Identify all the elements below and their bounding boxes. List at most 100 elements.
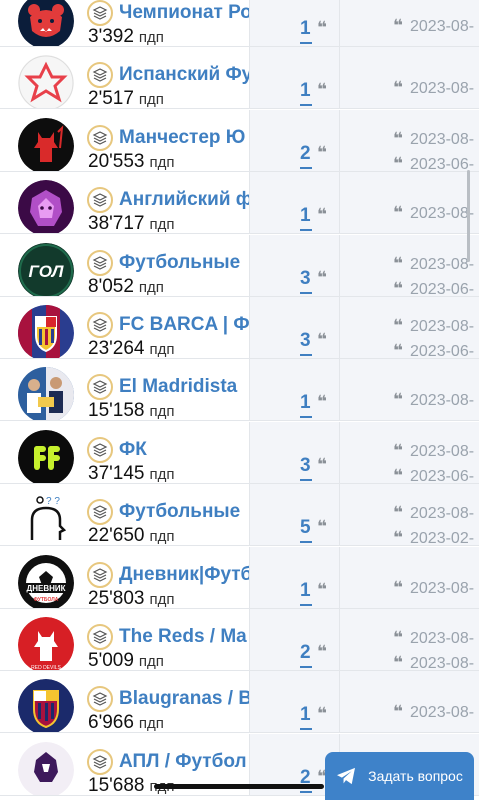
channel-cell[interactable]: Манчестер Ю 20'553 пдп	[0, 109, 250, 171]
dates-cell: ❝ 2023-08-	[340, 359, 479, 421]
laliga-logo-icon[interactable]	[18, 55, 74, 109]
diary-ball-icon[interactable]: ДНЕВНИК ФУТБОЛА	[18, 554, 74, 608]
channel-cell[interactable]: ФК 37'145 пдп	[0, 421, 250, 483]
dates-cell: ❝ 2023-08-	[340, 47, 479, 109]
post-date: 2023-08-	[410, 704, 475, 722]
ask-question-button[interactable]: Задать вопрос	[325, 752, 474, 800]
dates-cell: ❝ 2023-08- ❝ 2023-08-	[340, 609, 479, 670]
post-date: 2023-08-	[410, 392, 475, 410]
table-row[interactable]: Английский ф 38'717 пдп 1 ❝ ❝ 2023-08-	[0, 172, 479, 235]
channel-cell[interactable]: FC BARCA | Ф 23'264 пдп	[0, 297, 250, 358]
channel-type-badge	[87, 436, 113, 463]
quote-icon: ❝	[393, 78, 403, 98]
subscriber-unit: пдп	[149, 590, 175, 608]
barca-logo-icon[interactable]	[18, 305, 74, 358]
channel-title[interactable]: ФК	[119, 439, 147, 461]
subscriber-value: 25'803	[88, 587, 145, 608]
channel-cell[interactable]: Blaugranas / B 6'966 пдп	[0, 671, 250, 733]
channel-cell[interactable]: ГОЛ Футбольные 8'052 пдп	[0, 234, 250, 296]
table-row[interactable]: ФК 37'145 пдп 3 ❝ ❝ 2023-08- ❝ 2023-06-	[0, 421, 479, 484]
quote-icon: ❝	[393, 628, 403, 647]
channel-title[interactable]: АПЛ / Футбол	[119, 751, 247, 773]
table-row[interactable]: RED DEVILS The Reds / Ma 5'009 пдп 2 ❝ ❝ 2023-0…	[0, 609, 479, 671]
bear-logo-icon[interactable]	[18, 0, 74, 46]
channel-title[interactable]: Blaugranas / B	[119, 688, 249, 710]
table-row[interactable]: Чемпионат Ро 3'392 пдп 1 ❝ ❝ 2023-08-	[0, 0, 479, 47]
svg-text:RED DEVILS: RED DEVILS	[31, 665, 61, 670]
devil-logo-icon[interactable]	[18, 117, 74, 171]
lion-logo-icon[interactable]	[18, 180, 74, 234]
subscriber-value: 15'158	[88, 400, 145, 421]
table-row[interactable]: Манчестер Ю 20'553 пдп 2 ❝ ❝ 2023-08- ❝ 2023-06-	[0, 109, 479, 172]
channel-title[interactable]: Манчестер Ю	[119, 127, 245, 149]
channel-title[interactable]: Футбольные	[119, 252, 240, 274]
quote-icon: ❝	[317, 517, 327, 537]
posts-count[interactable]: 1	[300, 580, 312, 606]
posts-count[interactable]: 3	[300, 455, 312, 481]
channel-title[interactable]: Футбольные	[119, 501, 240, 523]
subscriber-unit: пдп	[138, 715, 164, 733]
quote-icon: ❝	[393, 503, 403, 523]
blaugrana-logo-icon[interactable]	[18, 679, 74, 733]
channel-title[interactable]: El Madridista	[119, 376, 237, 398]
channel-type-icon	[92, 68, 108, 83]
quote-icon: ❝	[393, 278, 403, 296]
subscriber-value: 23'264	[88, 338, 145, 358]
channel-type-badge	[87, 249, 113, 276]
subscriber-count: 22'650 пдп	[88, 525, 174, 545]
channel-cell[interactable]: Испанский Фу 2'517 пдп	[0, 47, 250, 109]
posts-cell: 1 ❝	[250, 359, 340, 421]
posts-count[interactable]: 3	[300, 268, 312, 294]
subscriber-count: 15'158 пдп	[88, 400, 174, 420]
posts-cell: 3 ❝	[250, 421, 340, 483]
reds-logo-icon[interactable]: RED DEVILS	[18, 617, 74, 670]
channel-title[interactable]: FC BARCA | Ф	[119, 314, 249, 336]
table-row[interactable]: ГОЛ Футбольные 8'052 пдп 3 ❝ ❝ 2023-08- ❝ 2023-0…	[0, 234, 479, 297]
table-row[interactable]: FC BARCA | Ф 23'264 пдп 3 ❝ ❝ 2023-08- ❝ 2023-06…	[0, 297, 479, 359]
posts-count[interactable]: 3	[300, 330, 312, 356]
channel-type-badge	[87, 624, 113, 650]
madrid-photo-icon[interactable]	[18, 367, 74, 421]
gol-logo-icon[interactable]: ГОЛ	[18, 242, 74, 296]
posts-count[interactable]: 1	[300, 80, 312, 107]
posts-count[interactable]: 5	[300, 517, 312, 544]
table-row[interactable]: El Madridista 15'158 пдп 1 ❝ ❝ 2023-08-	[0, 359, 479, 422]
posts-count[interactable]: 1	[300, 205, 312, 232]
channel-cell[interactable]: Чемпионат Ро 3'392 пдп	[0, 0, 250, 46]
quote-icon: ❝	[393, 465, 403, 483]
channel-type-icon	[92, 755, 108, 769]
posts-count[interactable]: 2	[300, 143, 312, 169]
table-row[interactable]: ? ? Футбольные 22'650 пдп 5 ❝ ❝ 2023-08- ❝ 2023-…	[0, 484, 479, 547]
subscriber-value: 8'052	[88, 275, 134, 296]
channel-title[interactable]: Испанский Фу	[119, 64, 249, 86]
posts-count[interactable]: 2	[300, 642, 312, 668]
subscriber-count: 8'052 пдп	[88, 276, 164, 296]
posts-count[interactable]: 1	[300, 392, 312, 419]
table-row[interactable]: Blaugranas / B 6'966 пдп 1 ❝ ❝ 2023-08-	[0, 671, 479, 734]
table-row[interactable]: Испанский Фу 2'517 пдп 1 ❝ ❝ 2023-08-	[0, 47, 479, 110]
posts-count[interactable]: 1	[300, 18, 312, 44]
channel-cell[interactable]: El Madridista 15'158 пдп	[0, 359, 250, 421]
table-row[interactable]: ДНЕВНИК ФУТБОЛА Дневник|Футб 25'803 пдп 1 ❝ ❝ 20…	[0, 546, 479, 609]
svg-text:? ?: ? ?	[46, 496, 60, 507]
channel-type-badge	[87, 124, 113, 151]
channel-cell[interactable]: Английский ф 38'717 пдп	[0, 172, 250, 234]
subscriber-count: 23'264 пдп	[88, 338, 174, 358]
channel-title[interactable]: Дневник|Футб	[119, 564, 249, 586]
svg-text:ГОЛ: ГОЛ	[29, 262, 64, 281]
quote-icon: ❝	[317, 330, 327, 349]
channel-cell[interactable]: RED DEVILS The Reds / Ma 5'009 пдп	[0, 609, 250, 670]
channel-cell[interactable]: ДНЕВНИК ФУТБОЛА Дневник|Футб 25'803 пдп	[0, 546, 250, 608]
channel-cell[interactable]: ? ? Футбольные 22'650 пдп	[0, 484, 250, 546]
quote-icon: ❝	[317, 704, 327, 724]
channel-type-badge	[87, 374, 113, 401]
fk-logo-icon[interactable]	[18, 429, 74, 483]
channel-title[interactable]: Английский ф	[119, 189, 249, 211]
subscriber-unit: пдп	[149, 403, 175, 421]
channel-title[interactable]: The Reds / Ma	[119, 626, 247, 648]
scrollbar[interactable]	[467, 170, 470, 262]
thinking-head-icon[interactable]: ? ?	[18, 492, 74, 546]
posts-count[interactable]: 1	[300, 704, 312, 731]
epl-lion-icon[interactable]	[18, 741, 74, 795]
channel-title[interactable]: Чемпионат Ро	[119, 2, 249, 24]
